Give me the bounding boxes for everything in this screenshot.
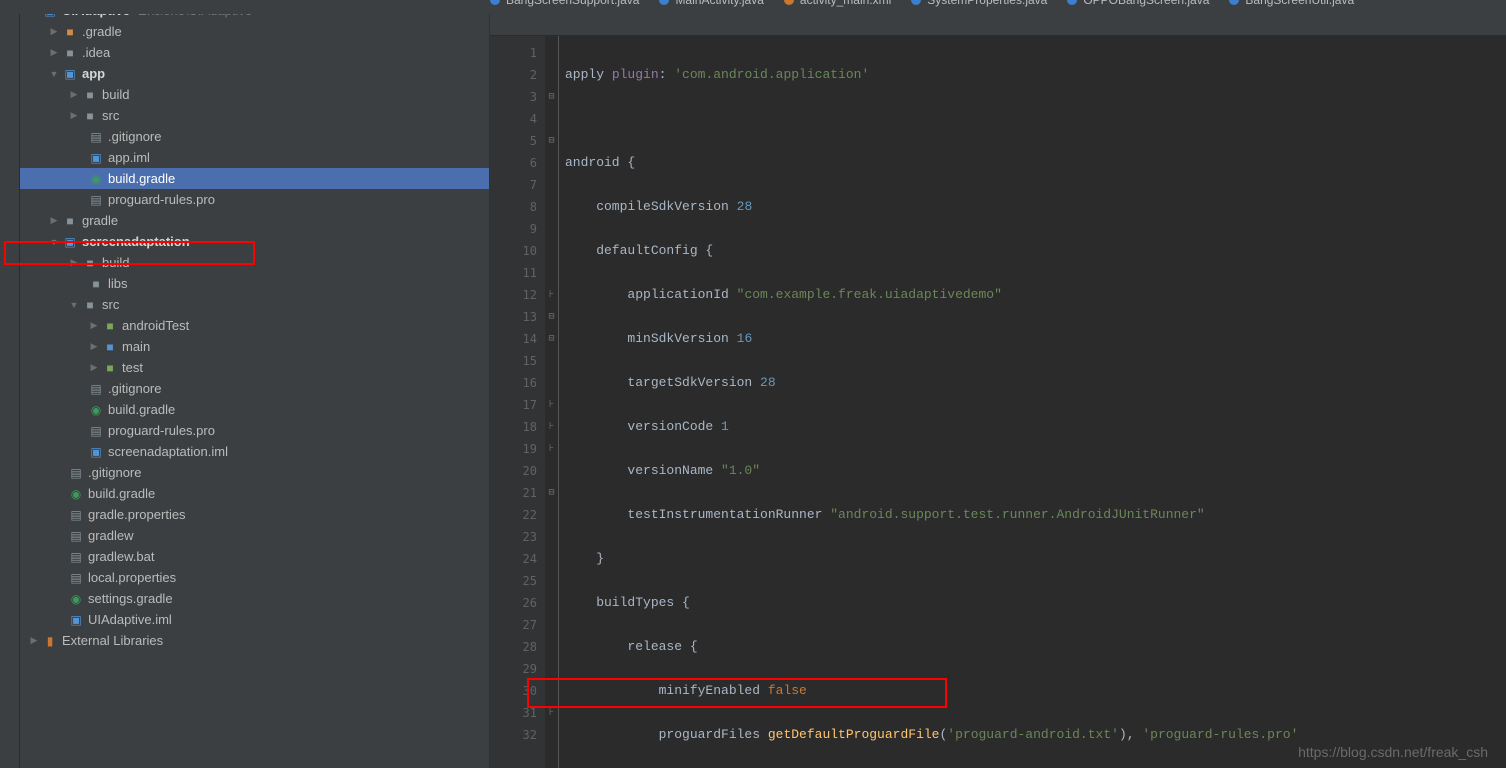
folder-icon: ■ bbox=[82, 297, 98, 313]
project-tree[interactable]: ▼ ▣ UIAdaptive E:\clone\UIAdaptive ▶■.gr… bbox=[20, 0, 490, 768]
folder-icon: ■ bbox=[62, 45, 78, 61]
java-icon bbox=[911, 0, 921, 5]
folder-icon: ■ bbox=[102, 360, 118, 376]
tree-gradlew[interactable]: ▤gradlew bbox=[20, 525, 489, 546]
tree-sa-libs[interactable]: ■libs bbox=[20, 273, 489, 294]
tree-gradle-dir[interactable]: ▶■.gradle bbox=[20, 21, 489, 42]
iml-icon: ▣ bbox=[68, 612, 84, 628]
folder-icon: ■ bbox=[88, 276, 104, 292]
iml-icon: ▣ bbox=[88, 444, 104, 460]
tab-oppobangscreen[interactable]: OPPOBangScreen.java bbox=[1057, 0, 1219, 12]
file-icon: ▤ bbox=[88, 129, 104, 145]
watermark: https://blog.csdn.net/freak_csh bbox=[1298, 744, 1488, 760]
file-icon: ▤ bbox=[88, 423, 104, 439]
java-icon bbox=[1067, 0, 1077, 5]
folder-icon: ■ bbox=[102, 318, 118, 334]
tab-bangscreensupport[interactable]: BangScreenSupport.java bbox=[480, 0, 649, 12]
folder-icon: ■ bbox=[82, 87, 98, 103]
gradle-icon: ◉ bbox=[88, 171, 104, 187]
tab-systemproperties[interactable]: SystemProperties.java bbox=[901, 0, 1057, 12]
library-icon: ▮ bbox=[42, 633, 58, 649]
folder-icon: ■ bbox=[62, 213, 78, 229]
gradle-icon: ◉ bbox=[68, 591, 84, 607]
tree-root-iml[interactable]: ▣UIAdaptive.iml bbox=[20, 609, 489, 630]
properties-icon: ▤ bbox=[68, 507, 84, 523]
chevron-right-icon: ▶ bbox=[88, 341, 100, 352]
highlight-screenadaptation bbox=[4, 241, 255, 265]
chevron-right-icon: ▶ bbox=[48, 26, 60, 37]
tree-sa-test[interactable]: ▶■test bbox=[20, 357, 489, 378]
file-icon: ▤ bbox=[68, 549, 84, 565]
file-icon: ▤ bbox=[68, 465, 84, 481]
tree-app-build[interactable]: ▶■build bbox=[20, 84, 489, 105]
tree-app[interactable]: ▼▣app bbox=[20, 63, 489, 84]
chevron-right-icon: ▶ bbox=[48, 47, 60, 58]
tree-app-build-gradle[interactable]: ◉build.gradle bbox=[20, 168, 489, 189]
tool-window-bar[interactable] bbox=[0, 0, 20, 768]
tree-local-properties[interactable]: ▤local.properties bbox=[20, 567, 489, 588]
gradle-icon: ◉ bbox=[68, 486, 84, 502]
chevron-right-icon: ▶ bbox=[28, 635, 40, 646]
file-icon: ▤ bbox=[68, 528, 84, 544]
gradle-icon: ◉ bbox=[88, 402, 104, 418]
chevron-right-icon: ▶ bbox=[68, 110, 80, 121]
tree-root-build-gradle[interactable]: ◉build.gradle bbox=[20, 483, 489, 504]
tree-gradlew-bat[interactable]: ▤gradlew.bat bbox=[20, 546, 489, 567]
properties-icon: ▤ bbox=[68, 570, 84, 586]
tree-settings-gradle[interactable]: ◉settings.gradle bbox=[20, 588, 489, 609]
line-numbers: 1234567891011121314151617181920212223242… bbox=[490, 36, 545, 768]
editor-tabs[interactable]: BangScreenSupport.java MainActivity.java… bbox=[0, 0, 1506, 14]
tab-bangscreenutil[interactable]: BangScreenUtil.java bbox=[1219, 0, 1364, 12]
tree-sa-gitignore[interactable]: ▤.gitignore bbox=[20, 378, 489, 399]
tree-app-gitignore[interactable]: ▤.gitignore bbox=[20, 126, 489, 147]
tree-gradle-properties[interactable]: ▤gradle.properties bbox=[20, 504, 489, 525]
chevron-down-icon: ▼ bbox=[48, 69, 60, 79]
folder-icon: ■ bbox=[82, 108, 98, 124]
tab-activity-main[interactable]: activity_main.xml bbox=[774, 0, 901, 12]
tree-app-src[interactable]: ▶■src bbox=[20, 105, 489, 126]
folder-icon: ■ bbox=[62, 24, 78, 40]
file-icon: ▤ bbox=[88, 192, 104, 208]
tree-app-iml[interactable]: ▣app.iml bbox=[20, 147, 489, 168]
iml-icon: ▣ bbox=[88, 150, 104, 166]
tree-sa-build-gradle[interactable]: ◉build.gradle bbox=[20, 399, 489, 420]
chevron-right-icon: ▶ bbox=[88, 320, 100, 331]
tree-gradle[interactable]: ▶■gradle bbox=[20, 210, 489, 231]
highlight-implementation-line bbox=[527, 678, 947, 708]
module-icon: ▣ bbox=[62, 66, 78, 82]
code-content[interactable]: apply plugin: 'com.android.application' … bbox=[559, 36, 1506, 768]
tab-mainactivity[interactable]: MainActivity.java bbox=[649, 0, 773, 12]
fold-gutter[interactable]: ⊟ ⊟ ⊦⊟⊟ ⊦⊦⊦ ⊟ ⊦ bbox=[545, 36, 559, 768]
tree-sa-src[interactable]: ▼■src bbox=[20, 294, 489, 315]
xml-icon bbox=[784, 0, 794, 5]
tree-app-proguard[interactable]: ▤proguard-rules.pro bbox=[20, 189, 489, 210]
chevron-down-icon: ▼ bbox=[68, 300, 80, 310]
chevron-right-icon: ▶ bbox=[68, 89, 80, 100]
tree-sa-main[interactable]: ▶■main bbox=[20, 336, 489, 357]
java-icon bbox=[659, 0, 669, 5]
tree-idea-dir[interactable]: ▶■.idea bbox=[20, 42, 489, 63]
java-icon bbox=[1229, 0, 1239, 5]
tree-sa-androidtest[interactable]: ▶■androidTest bbox=[20, 315, 489, 336]
editor[interactable]: 1234567891011121314151617181920212223242… bbox=[490, 0, 1506, 768]
tree-root-gitignore[interactable]: ▤.gitignore bbox=[20, 462, 489, 483]
chevron-right-icon: ▶ bbox=[48, 215, 60, 226]
tree-sa-proguard[interactable]: ▤proguard-rules.pro bbox=[20, 420, 489, 441]
folder-icon: ■ bbox=[102, 339, 118, 355]
file-icon: ▤ bbox=[88, 381, 104, 397]
java-icon bbox=[490, 0, 500, 5]
chevron-right-icon: ▶ bbox=[88, 362, 100, 373]
tree-sa-iml[interactable]: ▣screenadaptation.iml bbox=[20, 441, 489, 462]
tree-external-libs[interactable]: ▶▮External Libraries bbox=[20, 630, 489, 651]
